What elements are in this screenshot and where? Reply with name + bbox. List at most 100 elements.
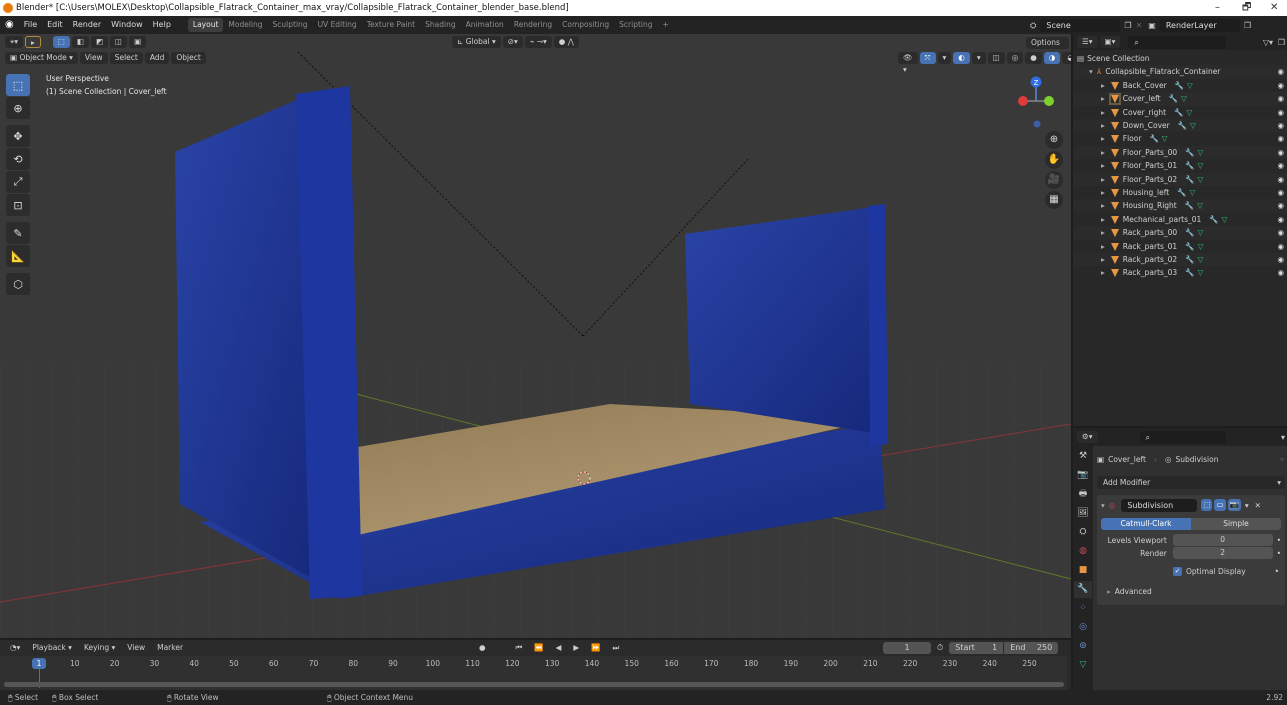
camera-view-icon[interactable]: 🎥: [1045, 171, 1063, 189]
keying-menu[interactable]: Keying ▾: [78, 642, 121, 654]
outliner-object-row[interactable]: ▸ Rack_parts_02 🔧 ▽ ◉: [1073, 253, 1287, 267]
keyframe-dot-icon[interactable]: •: [1275, 567, 1279, 576]
render-levels-field[interactable]: 2: [1172, 547, 1273, 559]
timeline-ruler[interactable]: 1 10 20 30 40 50 60 70 80 90 100 110 120 130 140 150 16…: [0, 656, 1067, 690]
xray-icon[interactable]: ◫: [987, 52, 1005, 64]
scale-tool-icon[interactable]: ⤢: [6, 171, 30, 193]
tab-shading[interactable]: Shading: [420, 18, 460, 32]
proportional-edit-icon[interactable]: ● ⋀: [553, 36, 579, 48]
tab-modeling[interactable]: Modeling: [223, 18, 267, 32]
expand-arrow-icon[interactable]: ▸: [1101, 242, 1105, 251]
visibility-eye-icon[interactable]: ◉: [1277, 253, 1284, 266]
editor-type-icon[interactable]: ⌖▾: [5, 36, 23, 48]
shading-rendered-icon[interactable]: ◒: [1062, 52, 1071, 64]
transform-orientation-dropdown[interactable]: ⊾ Global ▾: [452, 36, 501, 48]
navigation-gizmo[interactable]: Z: [1012, 74, 1062, 134]
new-collection-icon[interactable]: ❐: [1278, 38, 1285, 47]
add-modifier-dropdown[interactable]: Add Modifier ▾: [1097, 476, 1285, 489]
gizmo-x-axis-icon[interactable]: [1018, 96, 1028, 106]
gizmo-dropdown[interactable]: ▾: [937, 52, 952, 64]
outliner-object-row[interactable]: ▸ Rack_parts_00 🔧 ▽ ◉: [1073, 226, 1287, 240]
mesh-data-icon[interactable]: ▽: [1198, 148, 1204, 157]
jump-start-button[interactable]: ⏮: [510, 642, 528, 654]
mesh-data-icon[interactable]: ▽: [1198, 175, 1204, 184]
scene-tab-icon[interactable]: ⛭: [1074, 524, 1092, 541]
snap-icon[interactable]: ⌁ ⊸▾: [524, 36, 552, 48]
object-tab-icon[interactable]: ■: [1074, 562, 1092, 579]
modifier-wrench-icon[interactable]: 🔧: [1209, 215, 1218, 224]
outliner-object-row[interactable]: ▸ Floor_Parts_00 🔧 ▽ ◉: [1073, 145, 1287, 160]
keyframe-dot-icon[interactable]: •: [1277, 549, 1281, 558]
outliner-object-row[interactable]: ▸ Down_Cover 🔧 ▽ ◉: [1073, 119, 1287, 133]
data-tab-icon[interactable]: ▽: [1074, 657, 1092, 674]
visibility-eye-icon[interactable]: ◉: [1277, 146, 1284, 159]
overlay-dropdown[interactable]: ▾: [971, 52, 986, 64]
select-mode-new-icon[interactable]: ⬚: [52, 36, 70, 48]
tab-scripting[interactable]: Scripting: [614, 18, 657, 32]
outliner-object-row[interactable]: ▸ Floor_Parts_02 🔧 ▽ ◉: [1073, 172, 1287, 186]
minimize-button[interactable]: –: [1215, 0, 1220, 16]
expand-arrow-icon[interactable]: ▸: [1101, 228, 1105, 237]
overlay-toggle-icon[interactable]: ◐: [953, 52, 970, 64]
optimal-display-checkbox[interactable]: ✓: [1173, 566, 1182, 576]
modifier-wrench-icon[interactable]: 🔧: [1177, 188, 1186, 197]
properties-search-input[interactable]: ⌕: [1139, 430, 1226, 444]
mesh-data-icon[interactable]: ▽: [1198, 242, 1204, 251]
measure-tool-icon[interactable]: 📐: [6, 245, 30, 267]
mesh-data-icon[interactable]: ▽: [1186, 108, 1192, 117]
stopwatch-icon[interactable]: ⏱: [937, 643, 943, 653]
expand-arrow-icon[interactable]: ▸: [1101, 148, 1105, 157]
add-cube-tool-icon[interactable]: ⬡: [6, 273, 30, 295]
timeline-editor-type-icon[interactable]: ◔▾: [5, 642, 26, 654]
playback-menu[interactable]: Playback ▾: [27, 642, 77, 654]
play-button[interactable]: ▶: [568, 642, 585, 654]
properties-editor-type-icon[interactable]: ⚙▾: [1077, 431, 1098, 443]
view-layer-selector[interactable]: RenderLayer: [1159, 19, 1240, 32]
annotate-tool-icon[interactable]: ✎: [6, 222, 30, 244]
timeline-scrollbar[interactable]: [4, 682, 1064, 687]
visibility-eye-icon[interactable]: ◉: [1277, 79, 1284, 92]
tab-uv-editing[interactable]: UV Editing: [313, 18, 362, 32]
menu-window[interactable]: Window: [106, 16, 148, 34]
levels-viewport-field[interactable]: 0: [1172, 534, 1273, 546]
mesh-data-icon[interactable]: ▽: [1198, 161, 1204, 170]
current-frame-field[interactable]: 1: [883, 642, 931, 654]
expand-arrow-icon[interactable]: ▸: [1101, 108, 1105, 117]
delete-scene-icon[interactable]: ✕: [1136, 21, 1143, 30]
expand-arrow-icon[interactable]: ▸: [1101, 134, 1105, 143]
rotate-tool-icon[interactable]: ⟲: [6, 148, 30, 170]
outliner-editor-type-icon[interactable]: ☰▾: [1077, 36, 1098, 48]
outliner-object-row[interactable]: ▸ Cover_left 🔧 ▽ ◉: [1073, 92, 1287, 106]
outliner-object-row[interactable]: ▸ Housing_Right 🔧 ▽ ◉: [1073, 199, 1287, 213]
playhead-frame-indicator[interactable]: 1: [32, 658, 46, 669]
visibility-eye-icon[interactable]: ◉: [1277, 240, 1284, 253]
jump-keyframe-forward-button[interactable]: ⏩: [586, 642, 606, 654]
start-frame-field[interactable]: Start 1: [949, 642, 1004, 654]
visibility-eye-icon[interactable]: ◉: [1277, 106, 1284, 119]
modifier-wrench-icon[interactable]: 🔧: [1175, 81, 1184, 90]
viewport-menu-object[interactable]: Object: [171, 52, 206, 64]
menu-help[interactable]: Help: [148, 16, 176, 34]
outliner-object-row[interactable]: ▸ Rack_parts_01 🔧 ▽ ◉: [1073, 240, 1287, 253]
add-workspace-button[interactable]: +: [658, 18, 674, 32]
viewport-menu-add[interactable]: Add: [144, 52, 170, 64]
world-tab-icon[interactable]: ◍: [1074, 543, 1092, 560]
timeline-view-menu[interactable]: View: [122, 642, 151, 654]
gizmo-y-axis-icon[interactable]: [1044, 96, 1054, 106]
scene-selector[interactable]: Scene: [1040, 19, 1121, 32]
select-mode-extend-icon[interactable]: ◧: [71, 36, 89, 48]
jump-end-button[interactable]: ⏭: [607, 642, 625, 654]
scene-icon[interactable]: ⛭: [1030, 21, 1036, 31]
visibility-eye-icon[interactable]: ◉: [1277, 173, 1284, 186]
jump-keyframe-back-button[interactable]: ⏪: [529, 642, 549, 654]
move-tool-icon[interactable]: ✥: [6, 125, 30, 147]
remove-modifier-icon[interactable]: ✕: [1255, 501, 1261, 510]
tab-animation[interactable]: Animation: [461, 18, 509, 32]
modifier-wrench-icon[interactable]: 🔧: [1149, 134, 1158, 143]
modifier-wrench-icon[interactable]: 🔧: [1185, 175, 1194, 184]
render-tab-icon[interactable]: 📷: [1074, 467, 1092, 484]
particles-tab-icon[interactable]: ⁘: [1074, 600, 1092, 617]
simple-option[interactable]: Simple: [1191, 518, 1281, 530]
visibility-eye-icon[interactable]: ◉: [1277, 199, 1284, 212]
menu-render[interactable]: Render: [68, 16, 106, 34]
